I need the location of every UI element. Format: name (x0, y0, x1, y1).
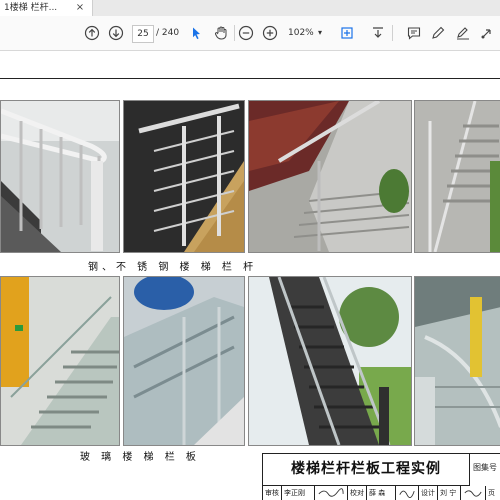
page-number-input[interactable]: 25 (132, 25, 154, 43)
photo-steel-railing-3 (248, 100, 412, 253)
zoom-value: 102% (288, 28, 314, 38)
share-icon[interactable] (476, 22, 498, 44)
fit-page-icon[interactable] (336, 22, 358, 44)
reviewer-signature (315, 486, 348, 500)
checker-signature (396, 486, 419, 500)
designer-name: 刘 宁 (438, 486, 461, 500)
photo-steel-railing-4 (414, 100, 500, 253)
atlas-number-label: 图集号 (473, 463, 497, 472)
designer-signature (461, 486, 486, 500)
previous-page-icon[interactable] (81, 22, 103, 44)
page-border-line (0, 78, 500, 79)
zoom-in-icon[interactable] (259, 22, 281, 44)
pen-icon[interactable] (427, 22, 449, 44)
photo-steel-railing-2 (123, 100, 245, 253)
hand-tool-icon[interactable] (210, 22, 232, 44)
reviewer-name: 李正刚 (282, 486, 315, 500)
zoom-out-icon[interactable] (235, 22, 257, 44)
chevron-down-icon: ▾ (318, 28, 323, 37)
comment-icon[interactable] (403, 22, 425, 44)
reviewer-label: 审核 (263, 486, 282, 500)
zoom-select[interactable]: 102% ▾ (288, 25, 328, 41)
caption-steel-railings: 钢、不 锈 钢 楼 梯 栏 杆 (88, 262, 258, 273)
photo-glass-railing-2 (123, 276, 245, 446)
photo-glass-railing-1 (0, 276, 120, 446)
signature-row: 审核 李正刚 校对 薛 森 设计 刘 宁 页 (263, 486, 500, 500)
drawing-title: 楼梯栏杆栏板工程实例 (263, 454, 470, 486)
checker-label: 校对 (348, 486, 367, 500)
pdf-page: 钢、不 锈 钢 楼 梯 栏 杆 玻 璃 楼 梯 栏 板 楼梯栏杆栏板工程实例 图… (0, 51, 500, 500)
designer-label: 设计 (419, 486, 438, 500)
page-total: / 240 (156, 28, 180, 38)
page-label: 页 (488, 489, 495, 497)
photo-glass-railing-3 (248, 276, 412, 446)
sign-icon[interactable] (452, 22, 474, 44)
select-cursor-icon[interactable] (185, 22, 207, 44)
checker-name: 薛 森 (367, 486, 396, 500)
caption-glass-railings: 玻 璃 楼 梯 栏 板 (80, 452, 200, 463)
tab-strip: 1楼梯 栏杆... × (0, 0, 500, 16)
download-icon[interactable] (367, 22, 389, 44)
toolbar-separator (392, 25, 393, 41)
next-page-icon[interactable] (105, 22, 127, 44)
photo-glass-railing-4 (414, 276, 500, 446)
drawing-title-block: 楼梯栏杆栏板工程实例 图集号 审核 李正刚 校对 薛 森 设计 刘 宁 页 (262, 453, 500, 500)
document-tab-label: 1楼梯 栏杆... (4, 3, 58, 13)
document-tab[interactable]: 1楼梯 栏杆... × (0, 0, 93, 16)
close-tab-icon[interactable]: × (73, 0, 87, 16)
photo-steel-railing-1 (0, 100, 120, 253)
pdf-toolbar: 25 / 240 102% ▾ (0, 16, 500, 51)
